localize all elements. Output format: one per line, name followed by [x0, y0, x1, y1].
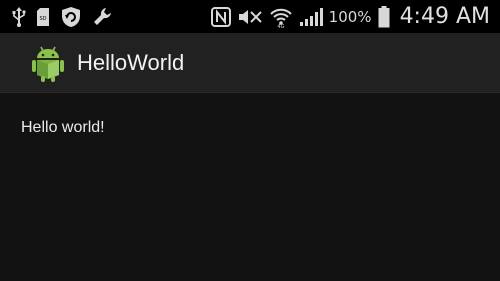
- battery-percentage: 100%: [328, 7, 372, 26]
- status-bar-notifications: SD: [12, 0, 114, 33]
- action-bar: HelloWorld: [0, 33, 500, 93]
- main-content: Hello world!: [0, 93, 500, 281]
- battery-icon: [378, 5, 390, 28]
- app-title: HelloWorld: [77, 50, 185, 75]
- svg-text:SD: SD: [39, 16, 46, 22]
- device-screen: SD 4G 100% 4:49 AM HelloWorld Hello worl…: [0, 0, 500, 281]
- nfc-icon: [210, 6, 231, 27]
- svg-text:4G: 4G: [277, 24, 284, 28]
- signal-icon: [299, 7, 323, 27]
- android-robot-icon[interactable]: [30, 45, 66, 83]
- sd-card-icon: SD: [36, 7, 50, 27]
- status-bar-system: 4G 100% 4:49 AM: [210, 0, 490, 33]
- wifi-icon: 4G: [269, 6, 293, 28]
- mute-icon: [237, 7, 263, 27]
- hello-text: Hello world!: [21, 119, 105, 136]
- shield-refresh-icon: [60, 6, 82, 28]
- status-clock: 4:49 AM: [399, 4, 490, 29]
- status-bar: SD 4G 100% 4:49 AM: [0, 0, 500, 33]
- wrench-icon: [92, 6, 114, 28]
- usb-icon: [12, 6, 26, 27]
